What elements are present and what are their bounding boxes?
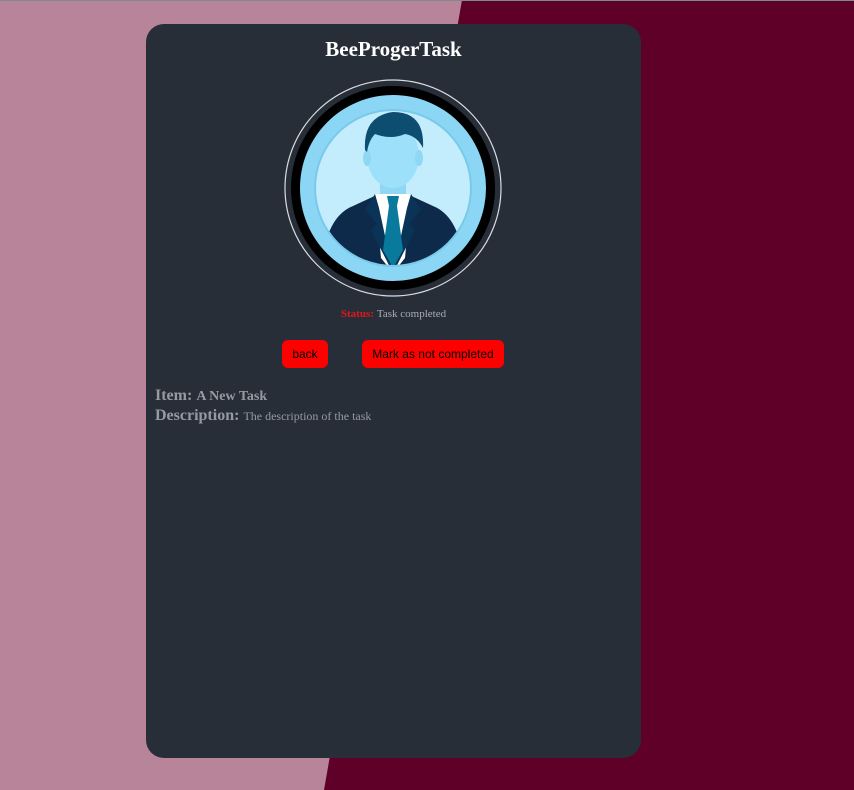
back-button[interactable]: back (282, 340, 328, 368)
user-avatar-icon (284, 79, 502, 297)
task-item-row: Item: A New Task (155, 387, 267, 405)
task-description-row: Description: The description of the task (155, 407, 371, 425)
status-label: Status: (340, 308, 374, 320)
description-value: The description of the task (243, 409, 372, 423)
top-border (0, 0, 854, 1)
app-title: BeeProgerTask (325, 37, 462, 61)
item-value: A New Task (196, 389, 268, 404)
task-card: BeeProgerTask Status: Task completed bac… (146, 24, 641, 758)
item-label: Item: (155, 387, 193, 404)
description-label: Description: (155, 407, 240, 424)
mark-not-completed-button[interactable]: Mark as not completed (362, 340, 504, 368)
task-status: Status: Task completed (146, 307, 641, 321)
status-value: Task completed (376, 308, 447, 320)
